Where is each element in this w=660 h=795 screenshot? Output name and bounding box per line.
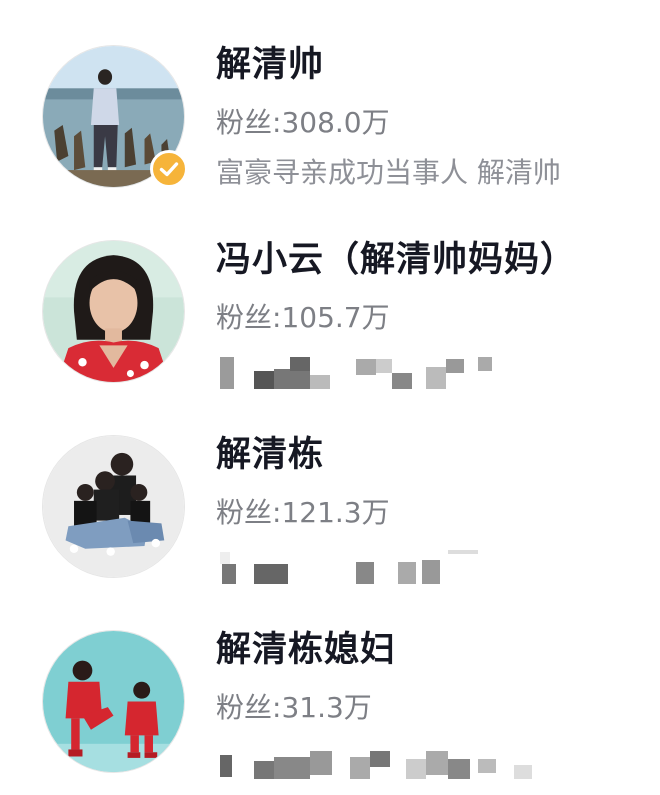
fans-label: 粉丝: [216, 301, 273, 334]
user-card[interactable]: 解清栋 粉丝:121.3万: [0, 390, 660, 585]
fans-count: 粉丝:31.3万: [216, 691, 372, 724]
avatar[interactable]: [42, 240, 185, 383]
user-bio: 富豪寻亲成功当事人 解清帅: [216, 156, 561, 189]
user-name[interactable]: 解清栋媳妇: [216, 627, 396, 673]
fans-count: 粉丝:121.3万: [216, 496, 390, 529]
user-name[interactable]: 冯小云（解清帅妈妈）: [216, 237, 576, 283]
user-search-results: 解清帅 粉丝:308.0万 富豪寻亲成功当事人 解清帅 冯小云（解清帅妈妈） 粉…: [0, 0, 660, 795]
bio-redacted: [216, 550, 536, 586]
fans-label: 粉丝: [216, 496, 273, 529]
user-name[interactable]: 解清帅: [216, 42, 324, 88]
fans-value: 105.7万: [281, 301, 390, 334]
fans-value: 31.3万: [281, 691, 372, 724]
check-badge-icon: [150, 150, 188, 188]
fans-value: 308.0万: [281, 106, 390, 139]
fans-value: 121.3万: [281, 496, 390, 529]
fans-label: 粉丝: [216, 691, 273, 724]
bio-redacted: [216, 355, 536, 391]
fans-count: 粉丝:105.7万: [216, 301, 390, 334]
fans-count: 粉丝:308.0万: [216, 106, 390, 139]
bio-redacted: [216, 745, 536, 781]
user-name[interactable]: 解清栋: [216, 432, 324, 478]
fans-label: 粉丝: [216, 106, 273, 139]
avatar[interactable]: [42, 630, 185, 773]
user-card[interactable]: 解清栋媳妇 粉丝:31.3万: [0, 585, 660, 780]
user-card[interactable]: 冯小云（解清帅妈妈） 粉丝:105.7万: [0, 195, 660, 390]
avatar[interactable]: [42, 435, 185, 578]
user-card[interactable]: 解清帅 粉丝:308.0万 富豪寻亲成功当事人 解清帅: [0, 0, 660, 195]
